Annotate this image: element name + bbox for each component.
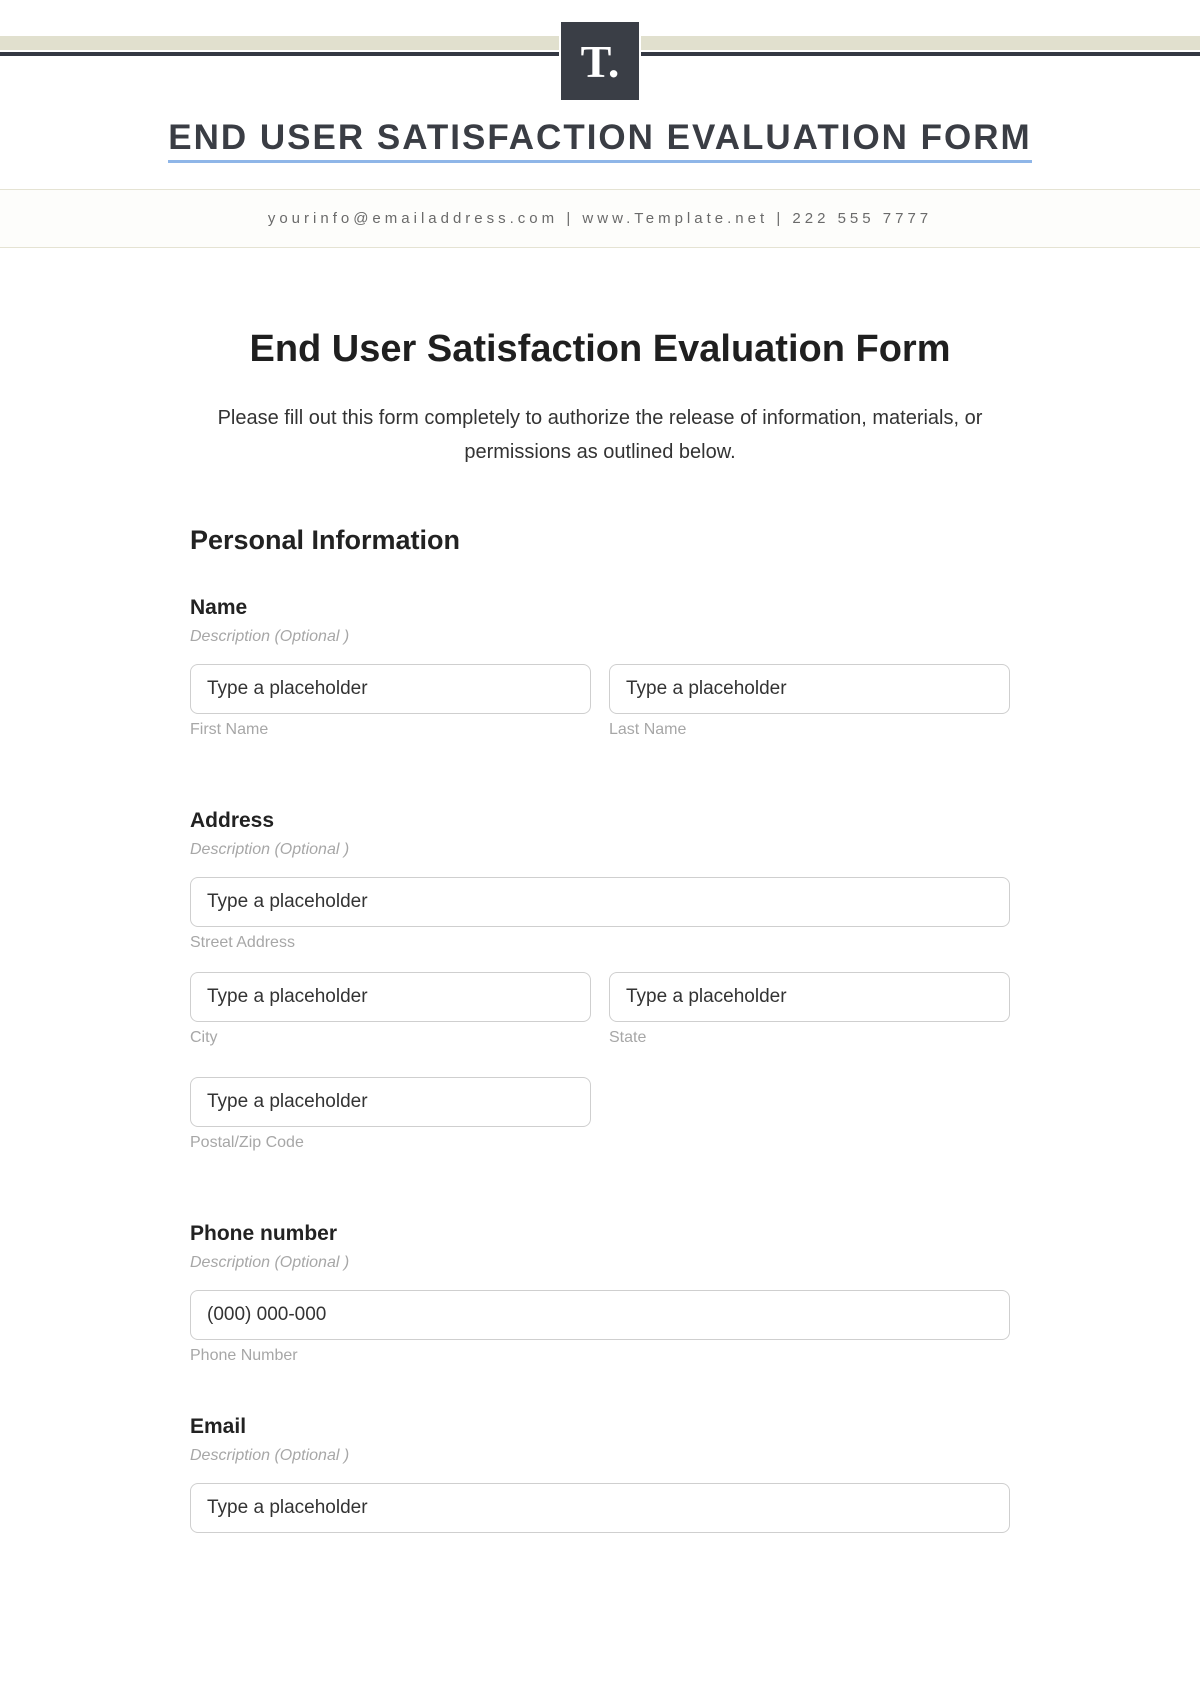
contact-phone: 222 555 7777 [792, 210, 932, 227]
state-input[interactable] [609, 972, 1010, 1022]
address-label: Address [190, 809, 1010, 833]
phone-description: Description (Optional ) [190, 1254, 1010, 1272]
phone-input[interactable] [190, 1290, 1010, 1340]
email-description: Description (Optional ) [190, 1447, 1010, 1465]
separator: | [566, 210, 582, 227]
contact-bar: yourinfo@emailaddress.com | www.Template… [0, 189, 1200, 248]
first-name-input[interactable] [190, 664, 591, 714]
separator: | [776, 210, 792, 227]
street-address-sublabel: Street Address [190, 934, 1010, 952]
address-description: Description (Optional ) [190, 841, 1010, 859]
email-input[interactable] [190, 1483, 1010, 1533]
contact-site: www.Template.net [582, 210, 768, 227]
last-name-input[interactable] [609, 664, 1010, 714]
logo: T. [559, 20, 641, 102]
street-address-input[interactable] [190, 877, 1010, 927]
name-description: Description (Optional ) [190, 628, 1010, 646]
section-personal-info: Personal Information [190, 525, 1010, 556]
form-content: End User Satisfaction Evaluation Form Pl… [130, 248, 1070, 1533]
last-name-sublabel: Last Name [609, 721, 1010, 739]
phone-sublabel: Phone Number [190, 1347, 1010, 1365]
banner-title: END USER SATISFACTION EVALUATION FORM [168, 118, 1031, 163]
name-label: Name [190, 596, 1010, 620]
logo-text: T. [581, 35, 620, 88]
state-sublabel: State [609, 1029, 1010, 1047]
field-group-name: Name Description (Optional ) First Name … [190, 596, 1010, 759]
city-sublabel: City [190, 1029, 591, 1047]
contact-email: yourinfo@emailaddress.com [268, 210, 558, 227]
field-group-email: Email Description (Optional ) [190, 1415, 1010, 1533]
header-banner: T. END USER SATISFACTION EVALUATION FORM… [0, 0, 1200, 248]
page-description: Please fill out this form completely to … [190, 401, 1010, 469]
postal-code-input[interactable] [190, 1077, 591, 1127]
field-group-address: Address Description (Optional ) Street A… [190, 809, 1010, 1172]
phone-label: Phone number [190, 1222, 1010, 1246]
email-label: Email [190, 1415, 1010, 1439]
field-group-phone: Phone number Description (Optional ) Pho… [190, 1222, 1010, 1365]
page-title: End User Satisfaction Evaluation Form [190, 328, 1010, 371]
city-input[interactable] [190, 972, 591, 1022]
postal-code-sublabel: Postal/Zip Code [190, 1134, 591, 1152]
first-name-sublabel: First Name [190, 721, 591, 739]
